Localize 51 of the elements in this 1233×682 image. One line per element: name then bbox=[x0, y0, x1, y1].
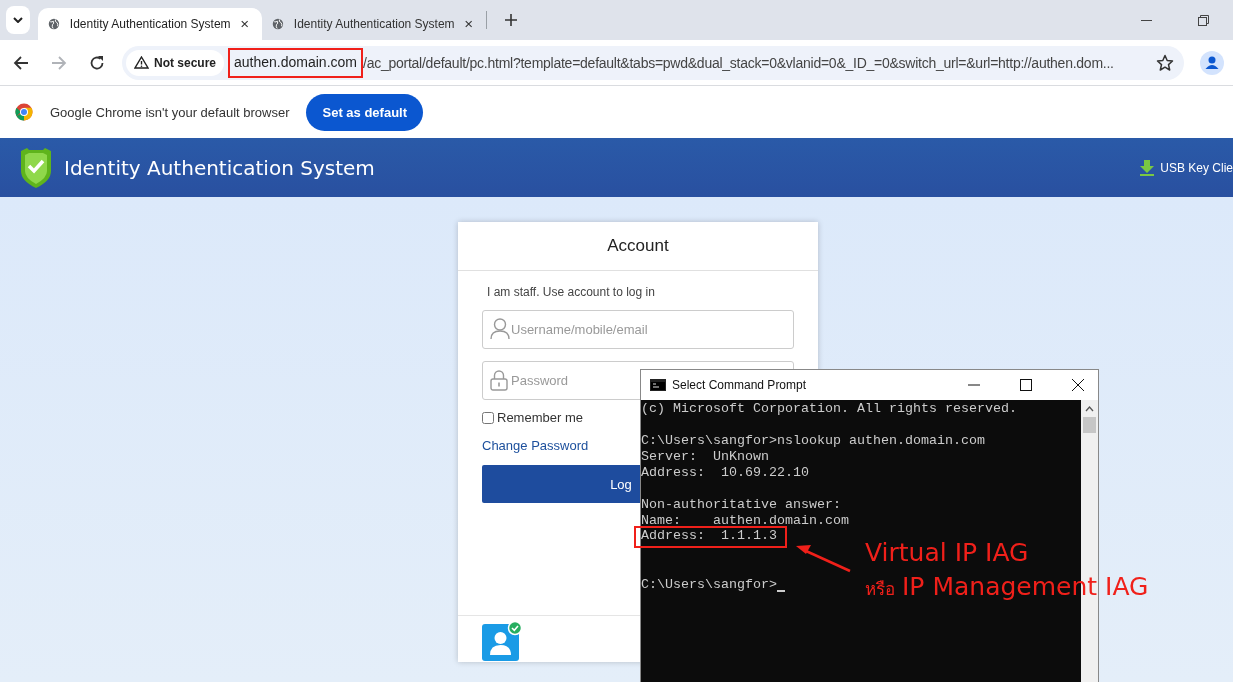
url-text: /ac_portal/default/pc.html?template=default&tabs=pwd&dual_stack=0&vlanid=0&_ID_=0&switch_url=&url=http://authen.dom... bbox=[363, 54, 1115, 71]
scrollbar-thumb[interactable] bbox=[1083, 417, 1096, 433]
close-icon[interactable] bbox=[240, 19, 248, 29]
console-line: C:\Users\sangfor> bbox=[641, 577, 777, 593]
address-bar[interactable]: Not secure authen.domain.com /ac_portal/default/pc.html?template=default&tabs=pwd&dual_stack=0&vlanid=0&_ID_=0&switch_url=&url=http://authen.dom... bbox=[122, 45, 1184, 80]
tab-title: Identity Authentication System bbox=[293, 17, 455, 31]
change-password-link[interactable]: Change Password bbox=[482, 438, 589, 453]
url-host-text: authen.domain.com bbox=[228, 47, 363, 78]
profile-icon[interactable] bbox=[1200, 50, 1224, 75]
infobar-message: Google Chrome isn't your default browser bbox=[50, 104, 290, 120]
browser-tab[interactable]: Identity Authentication System bbox=[262, 8, 486, 40]
star-icon[interactable] bbox=[1156, 53, 1174, 72]
card-title: Account bbox=[458, 222, 818, 271]
shield-check-icon bbox=[19, 146, 53, 189]
console-line: (c) Microsoft Corporation. All rights reserved. bbox=[641, 401, 1017, 417]
tab-title: Identity Authentication System bbox=[69, 17, 231, 31]
arrow bbox=[796, 545, 851, 573]
restore-icon[interactable] bbox=[1198, 14, 1209, 26]
caret-icon bbox=[13, 17, 23, 23]
globe-icon bbox=[272, 16, 284, 32]
globe-icon bbox=[48, 16, 60, 32]
reload-icon[interactable] bbox=[89, 54, 105, 71]
warning-icon bbox=[134, 56, 149, 69]
set-default-button[interactable]: Set as default bbox=[306, 93, 423, 131]
annotation-text: หรือ bbox=[865, 578, 895, 601]
chrome-logo-icon bbox=[15, 103, 33, 121]
close-icon[interactable] bbox=[1072, 379, 1084, 391]
console-line: C:\Users\sangfor>nslookup authen.domain.com bbox=[641, 433, 985, 449]
username-field[interactable]: Username/mobile/email bbox=[482, 310, 794, 349]
new-tab-icon[interactable] bbox=[505, 14, 517, 26]
tab-list-button[interactable] bbox=[6, 6, 30, 34]
security-chip[interactable]: Not secure bbox=[126, 49, 225, 76]
browser-tab[interactable]: Identity Authentication System bbox=[38, 8, 262, 40]
login-hint: I am staff. Use account to log in bbox=[486, 285, 656, 299]
close-icon[interactable] bbox=[464, 19, 472, 29]
security-label: Not secure bbox=[154, 55, 217, 70]
site-title: Identity Authentication System bbox=[64, 155, 375, 180]
console-line: Server: UnKnown bbox=[641, 449, 769, 465]
lock-icon bbox=[490, 369, 508, 391]
remember-checkbox[interactable] bbox=[482, 411, 494, 424]
download-icon bbox=[1140, 159, 1155, 176]
usb-key-link[interactable]: USB Key Clie bbox=[1140, 159, 1233, 176]
remember-label: Remember me bbox=[497, 410, 583, 425]
user-icon bbox=[490, 318, 510, 340]
console-line: Name: authen.domain.com bbox=[641, 513, 849, 529]
scroll-up-icon[interactable] bbox=[1085, 406, 1094, 412]
back-icon[interactable] bbox=[13, 54, 29, 71]
annotation-text: Virtual IP IAG bbox=[865, 537, 1030, 569]
maximize-icon[interactable] bbox=[1020, 379, 1032, 391]
console-icon bbox=[650, 379, 666, 391]
text-cursor bbox=[777, 590, 785, 592]
